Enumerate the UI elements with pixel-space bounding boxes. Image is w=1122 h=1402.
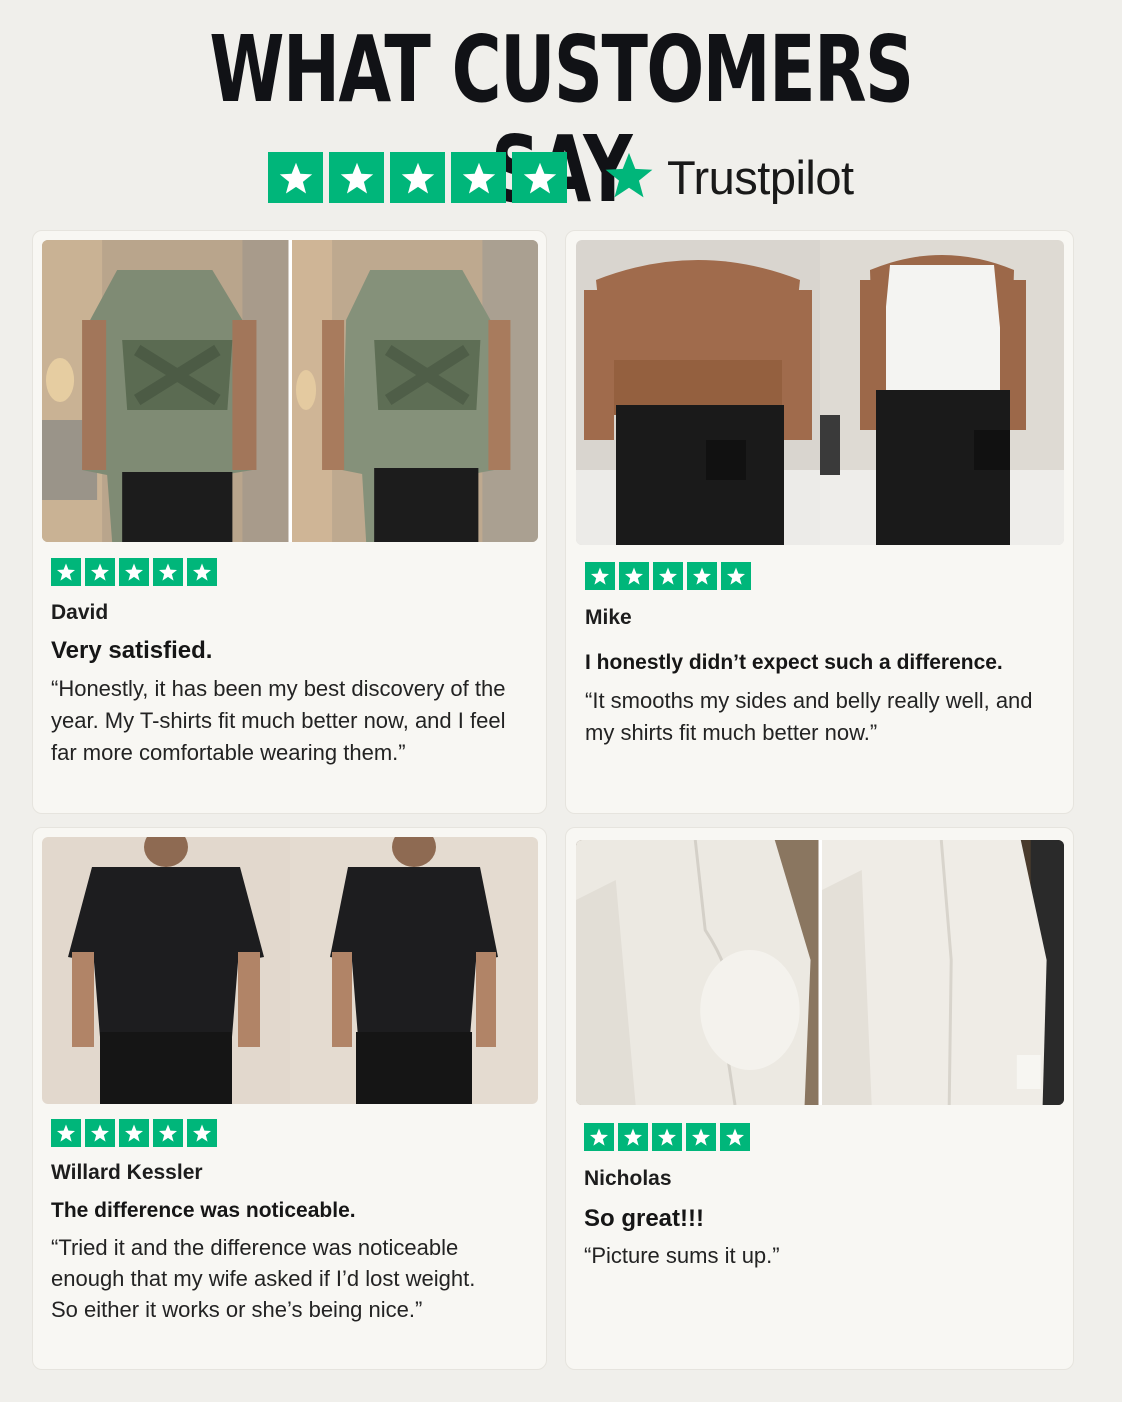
star-icon bbox=[51, 1119, 81, 1147]
star-icon bbox=[390, 152, 445, 203]
trustpilot-logo[interactable]: Trustpilot bbox=[603, 149, 854, 206]
star-icon bbox=[451, 152, 506, 203]
star-icon bbox=[119, 558, 149, 586]
review-body: “Honestly, it has been my best discovery… bbox=[51, 676, 506, 765]
review-title: The difference was noticeable. bbox=[51, 1199, 356, 1222]
review-body: “Tried it and the difference was noticea… bbox=[51, 1235, 476, 1322]
before-after-photo bbox=[576, 240, 1064, 545]
star-icon bbox=[153, 1119, 183, 1147]
star-icon bbox=[85, 1119, 115, 1147]
star-icon bbox=[512, 152, 567, 203]
after-photo bbox=[291, 240, 538, 542]
review-card-david: David Very satisfied. “Honestly, it has … bbox=[32, 230, 547, 814]
reviewer-name: Nicholas bbox=[584, 1167, 672, 1190]
star-icon bbox=[187, 1119, 217, 1147]
star-icon bbox=[268, 152, 323, 203]
review-body: “Picture sums it up.” bbox=[584, 1243, 780, 1268]
before-after-photo bbox=[576, 840, 1064, 1105]
star-icon bbox=[652, 1123, 682, 1151]
review-rating-stars bbox=[585, 562, 751, 590]
review-body: “It smooths my sides and belly really we… bbox=[585, 688, 1033, 745]
trustpilot-wordmark: Trustpilot bbox=[667, 151, 854, 204]
review-card-nicholas: Nicholas So great!!! “Picture sums it up… bbox=[565, 827, 1074, 1370]
star-icon bbox=[687, 562, 717, 590]
before-photo bbox=[576, 240, 820, 545]
star-icon bbox=[119, 1119, 149, 1147]
star-icon bbox=[51, 558, 81, 586]
star-icon bbox=[686, 1123, 716, 1151]
review-card-mike: Mike I honestly didn’t expect such a dif… bbox=[565, 230, 1074, 814]
before-photo bbox=[576, 840, 819, 1105]
star-icon bbox=[329, 152, 384, 203]
star-icon bbox=[187, 558, 217, 586]
star-icon bbox=[721, 562, 751, 590]
review-rating-stars bbox=[51, 558, 217, 586]
review-card-willard-kessler: Willard Kessler The difference was notic… bbox=[32, 827, 547, 1370]
rating-stars bbox=[268, 152, 567, 203]
trustpilot-rating-bar: Trustpilot bbox=[268, 149, 854, 206]
reviewer-name: Mike bbox=[585, 606, 632, 629]
star-icon bbox=[720, 1123, 750, 1151]
after-photo bbox=[821, 840, 1064, 1105]
review-rating-stars bbox=[51, 1119, 217, 1147]
reviewer-name: Willard Kessler bbox=[51, 1161, 203, 1184]
before-photo bbox=[42, 837, 290, 1104]
review-title: I honestly didn’t expect such a differen… bbox=[585, 651, 1003, 674]
after-photo bbox=[290, 837, 538, 1104]
star-icon bbox=[153, 558, 183, 586]
review-rating-stars bbox=[584, 1123, 750, 1151]
before-photo bbox=[42, 240, 289, 542]
star-icon bbox=[584, 1123, 614, 1151]
before-after-photo bbox=[42, 240, 538, 542]
trustpilot-star-icon bbox=[603, 149, 655, 206]
star-icon bbox=[618, 1123, 648, 1151]
reviewer-name: David bbox=[51, 601, 109, 624]
star-icon bbox=[653, 562, 683, 590]
review-title: So great!!! bbox=[584, 1205, 704, 1232]
review-title: Very satisfied. bbox=[51, 637, 213, 664]
before-after-photo bbox=[42, 837, 538, 1104]
star-icon bbox=[85, 558, 115, 586]
after-photo bbox=[820, 240, 1064, 545]
star-icon bbox=[619, 562, 649, 590]
star-icon bbox=[585, 562, 615, 590]
